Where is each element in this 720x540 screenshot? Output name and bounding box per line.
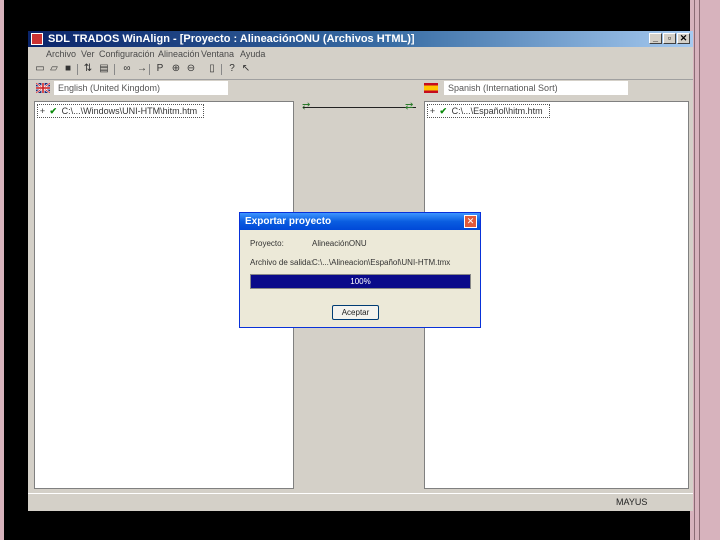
menu-ayuda[interactable]: Ayuda	[240, 49, 265, 59]
menu-configuracion[interactable]: Configuración	[99, 49, 155, 59]
zoom-out-icon[interactable]: ⊖	[185, 63, 197, 75]
status-bar: MAYUS	[28, 493, 693, 511]
slide-left-border	[0, 0, 4, 540]
dialog-title[interactable]: Exportar proyecto	[240, 213, 480, 230]
slide-right-border	[690, 0, 720, 540]
context-help-icon[interactable]: ↖	[240, 63, 252, 75]
app-icon	[31, 33, 43, 45]
new-icon[interactable]: ▭	[34, 63, 46, 75]
menu-ventana[interactable]: Ventana	[201, 49, 234, 59]
uk-flag-icon	[36, 83, 50, 93]
progress-percent: 100%	[350, 277, 371, 286]
menu-ver[interactable]: Ver	[81, 49, 95, 59]
open-icon[interactable]: ▱	[48, 63, 60, 75]
expand-icon[interactable]: +	[38, 105, 47, 117]
file-connection-line[interactable]	[303, 107, 416, 108]
source-language-label: English (United Kingdom)	[54, 81, 228, 95]
spain-flag-icon	[424, 83, 438, 93]
accept-button[interactable]: Aceptar	[332, 305, 379, 320]
title-bar[interactable]: SDL TRADOS WinAlign - [Proyecto : Alinea…	[28, 31, 693, 47]
export-project-dialog: Exportar proyecto ✕ Proyecto: Alineación…	[239, 212, 481, 328]
output-file-label: Archivo de salida:	[250, 258, 314, 267]
toolbar-separator	[221, 64, 222, 75]
menu-archivo[interactable]: Archivo	[46, 49, 76, 59]
target-language-label: Spanish (International Sort)	[444, 81, 628, 95]
restore-button[interactable]: ▫	[663, 33, 676, 44]
caps-lock-indicator: MAYUS	[616, 497, 648, 507]
help-icon[interactable]: ?	[226, 63, 238, 75]
print-icon[interactable]: ▤	[98, 63, 110, 75]
close-button[interactable]: ✕	[677, 33, 690, 44]
window-title: SDL TRADOS WinAlign - [Proyecto : Alinea…	[48, 33, 415, 45]
menu-bar: Archivo Ver Configuración Alineación Ven…	[28, 47, 693, 61]
menu-alineacion[interactable]: Alineación	[158, 49, 200, 59]
dialog-close-button[interactable]: ✕	[464, 215, 477, 228]
link-right-icon: ⇄	[405, 101, 414, 112]
target-file-path: C:\...\Español\hitm.htm	[451, 106, 543, 116]
properties-icon[interactable]: ⇅	[82, 63, 94, 75]
expand-icon[interactable]: +	[428, 105, 437, 117]
source-file-path: C:\...\Windows\UNI-HTM\hitm.htm	[61, 106, 198, 116]
toolbar-separator	[77, 64, 78, 75]
source-file-item[interactable]: + ✔ C:\...\Windows\UNI-HTM\hitm.htm	[37, 104, 205, 118]
project-value: AlineaciónONU	[312, 239, 367, 248]
check-icon: ✔	[49, 106, 58, 116]
toolbar-separator	[114, 64, 115, 75]
project-label: Proyecto:	[250, 239, 284, 248]
minimize-button[interactable]: _	[649, 33, 662, 44]
output-file-value: C:\...\Alineacion\Español\UNI-HTM.tmx	[312, 258, 451, 267]
export-progress-bar: 100%	[250, 274, 471, 289]
target-file-item[interactable]: + ✔ C:\...\Español\hitm.htm	[427, 104, 550, 118]
page-icon[interactable]: ▯	[206, 63, 218, 75]
zoom-in-icon[interactable]: ⊕	[170, 63, 182, 75]
binoculars-icon[interactable]: ∞	[121, 63, 133, 75]
toolbar-separator	[149, 64, 150, 75]
align-icon[interactable]: →	[136, 63, 148, 75]
pointer-icon[interactable]: P	[154, 63, 166, 75]
check-icon: ✔	[439, 106, 448, 116]
save-icon[interactable]: ■	[62, 63, 74, 75]
toolbar: ▭ ▱ ■ ⇅ ▤ ∞ → P ⊕ ⊖ ▯ ? ↖	[28, 61, 693, 80]
